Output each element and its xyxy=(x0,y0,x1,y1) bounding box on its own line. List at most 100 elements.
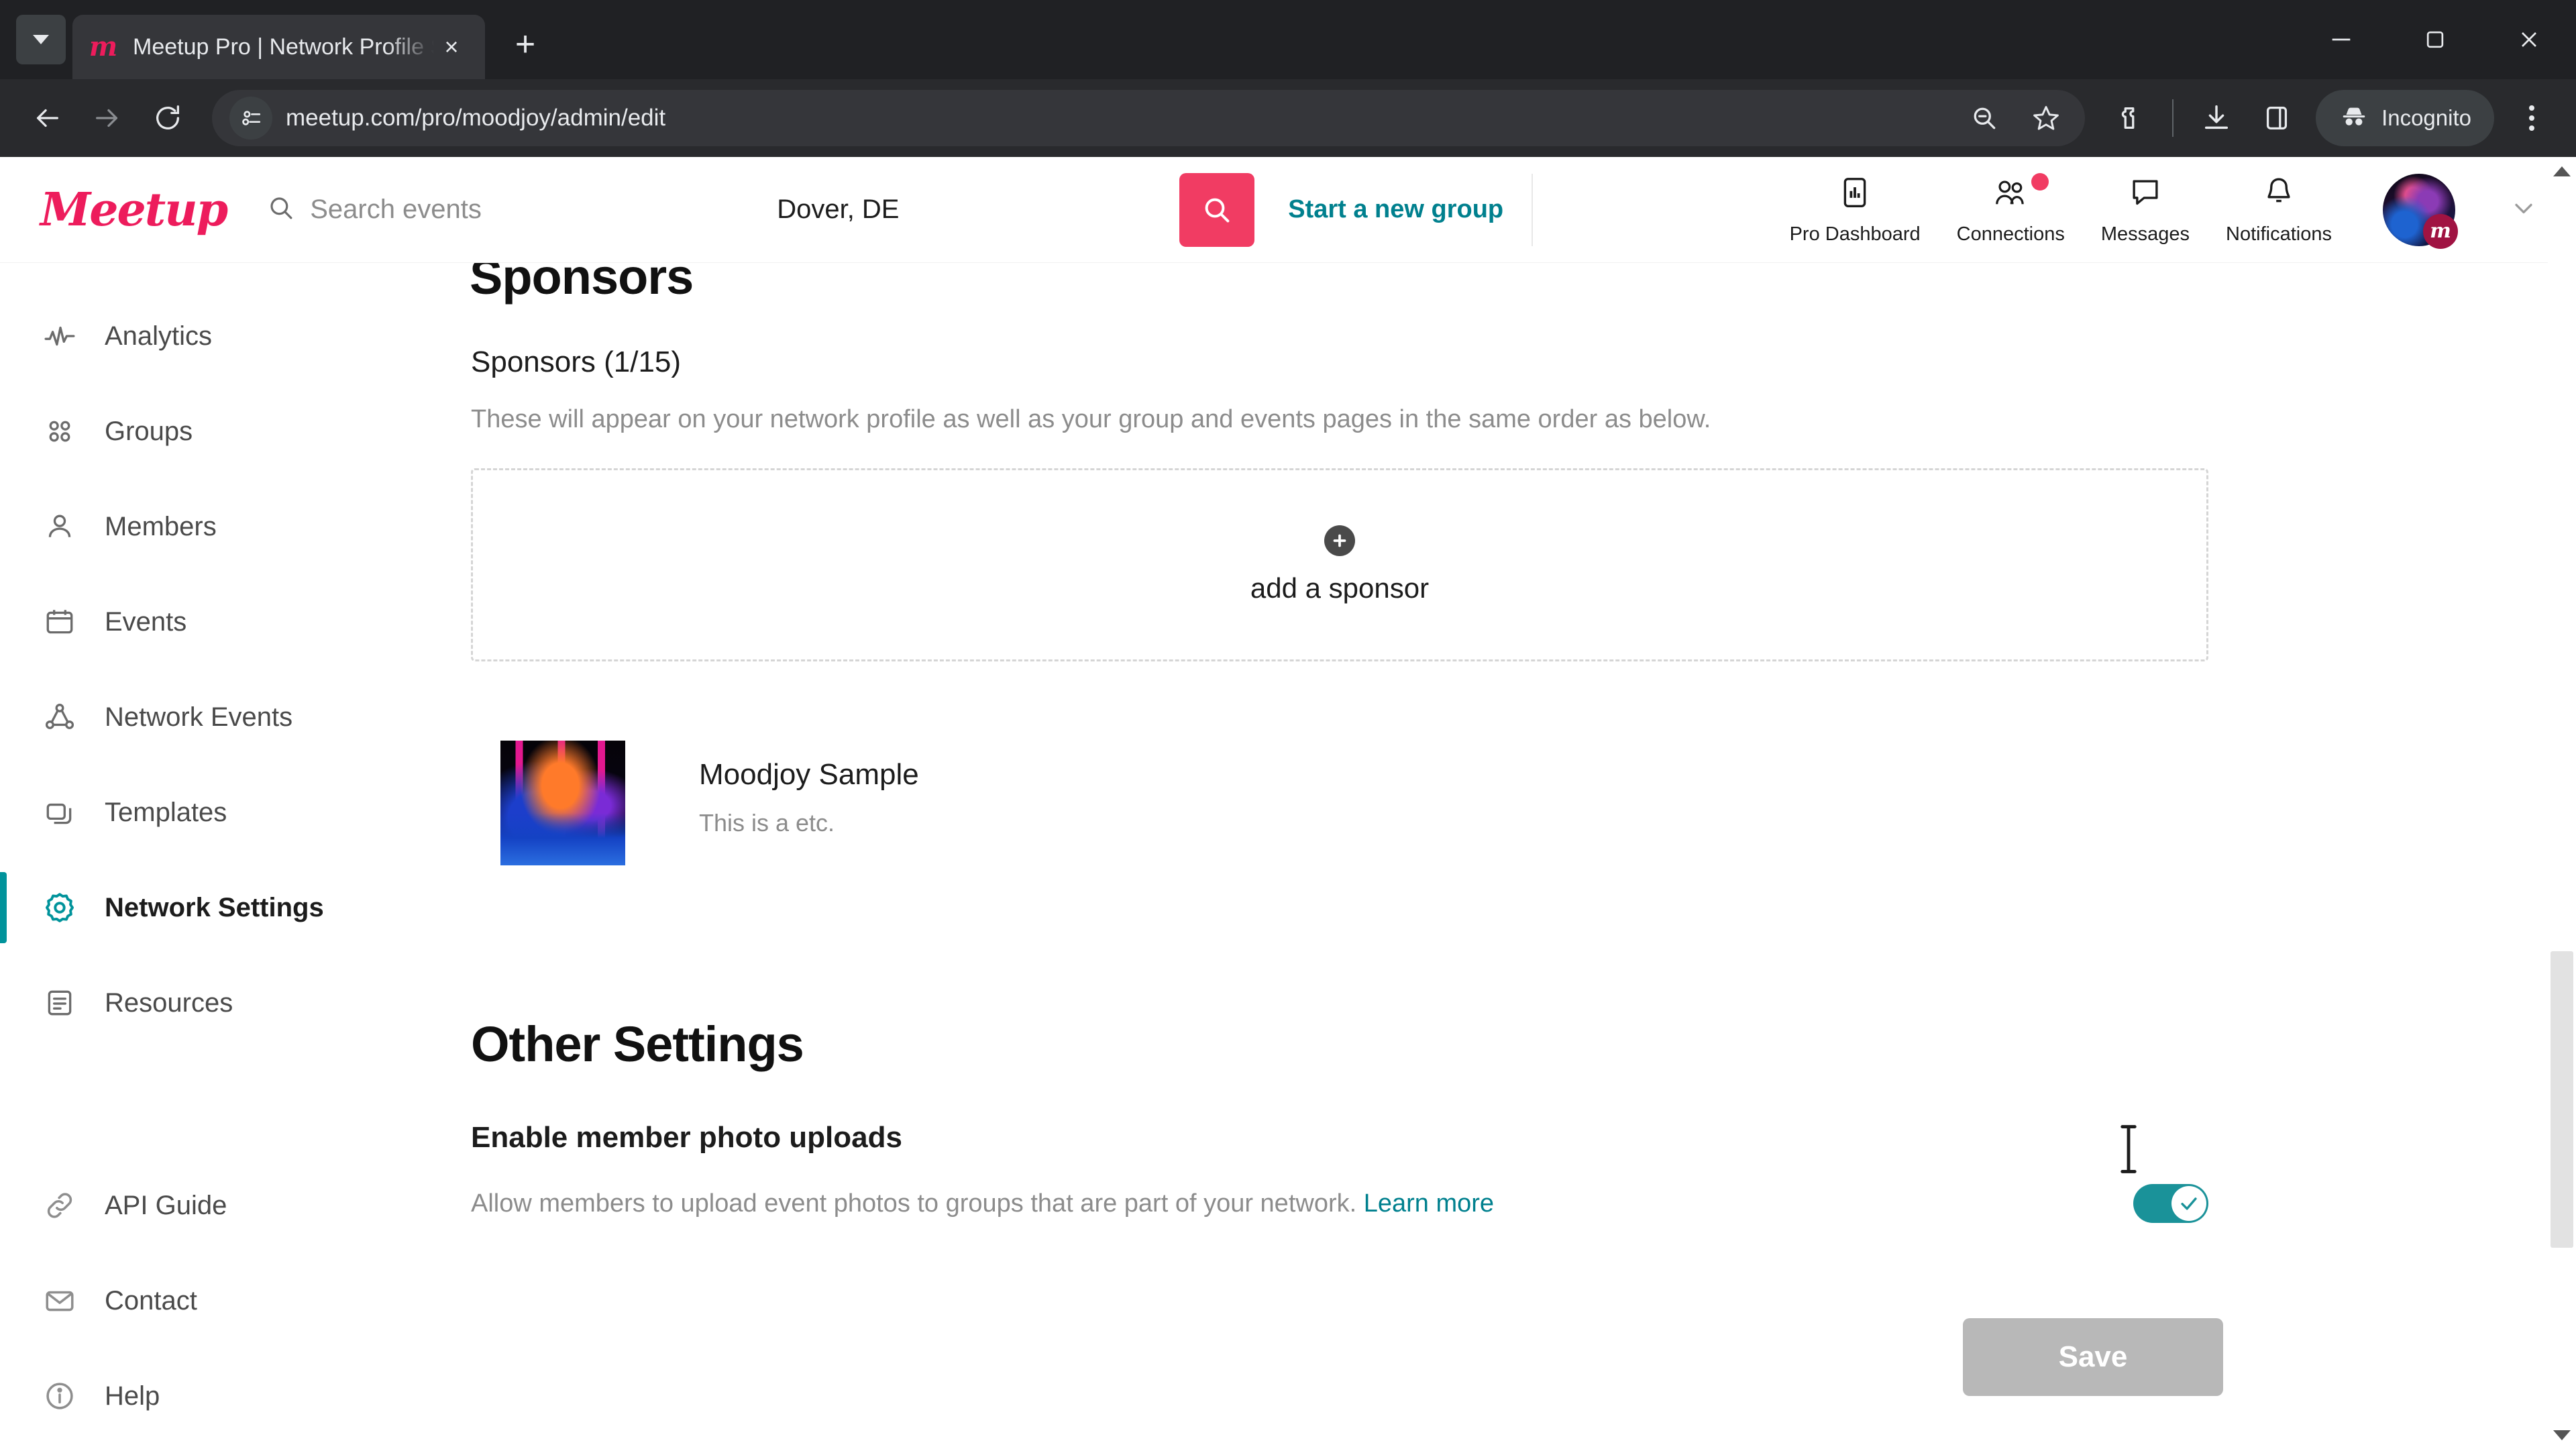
minimize-button[interactable] xyxy=(2294,0,2388,79)
extensions-icon[interactable] xyxy=(2101,90,2157,146)
download-icon[interactable] xyxy=(2188,90,2245,146)
window-controls xyxy=(2294,0,2576,79)
meetup-logo[interactable]: Meetup xyxy=(40,187,228,233)
sidebar-item-members[interactable]: Members xyxy=(0,479,416,574)
site-settings-icon[interactable] xyxy=(229,97,272,140)
new-tab-button[interactable]: + xyxy=(501,20,549,68)
sidebar-item-resources[interactable]: Resources xyxy=(0,955,416,1051)
windows-icon xyxy=(42,794,78,830)
nav-label: Pro Dashboard xyxy=(1789,223,1921,245)
nav-label: Connections xyxy=(1956,223,2065,245)
setting-description: Allow members to upload event photos to … xyxy=(471,1189,1494,1218)
add-sponsor-dropzone[interactable]: add a sponsor xyxy=(471,468,2208,662)
setting-title: Enable member photo uploads xyxy=(471,1121,902,1155)
header-divider xyxy=(1532,173,1534,246)
document-icon xyxy=(42,985,78,1021)
search-icon xyxy=(267,194,295,225)
address-bar[interactable]: meetup.com/pro/moodjoy/admin/edit xyxy=(212,90,2086,146)
member-photo-uploads-toggle[interactable] xyxy=(2133,1184,2208,1224)
sponsor-name: Moodjoy Sample xyxy=(699,758,919,792)
info-circle-icon xyxy=(42,1378,78,1414)
nav-item-connections[interactable]: Connections xyxy=(1956,172,2065,246)
side-panel-icon[interactable] xyxy=(2249,90,2305,146)
bell-icon xyxy=(2261,174,2297,214)
sidebar-item-label: Groups xyxy=(105,416,193,446)
sidebar-item-network-settings[interactable]: Network Settings xyxy=(0,860,416,955)
url-text: meetup.com/pro/moodjoy/admin/edit xyxy=(286,105,666,131)
plus-circle-icon xyxy=(1324,525,1355,557)
scrollbar-track[interactable] xyxy=(2548,185,2576,1421)
sidebar-item-label: Contact xyxy=(105,1285,197,1316)
header-nav: Pro Dashboard Connections Messages Notif… xyxy=(1790,172,2538,249)
sidebar-item-label: Members xyxy=(105,511,217,541)
browser-window: m Meetup Pro | Network Profile S × + mee… xyxy=(0,0,2576,1449)
sidebar-item-analytics[interactable]: Analytics xyxy=(0,288,416,384)
sponsor-thumbnail xyxy=(500,741,625,866)
sidebar-item-templates[interactable]: Templates xyxy=(0,765,416,860)
sidebar-item-label: Help xyxy=(105,1381,160,1411)
incognito-label: Incognito xyxy=(2381,105,2471,130)
tab-title: Meetup Pro | Network Profile S xyxy=(133,34,434,60)
grid-dots-icon xyxy=(42,413,78,449)
other-settings-heading: Other Settings xyxy=(471,1016,804,1073)
page-scrollbar[interactable] xyxy=(2548,157,2576,1449)
sponsors-count-label: Sponsors (1/15) xyxy=(471,345,682,378)
toggle-knob xyxy=(2171,1186,2206,1222)
reload-icon[interactable] xyxy=(140,90,196,146)
incognito-indicator[interactable]: Incognito xyxy=(2316,90,2494,146)
scroll-up-arrow[interactable] xyxy=(2548,157,2576,185)
search-events-placeholder: Search events xyxy=(310,195,482,224)
tab-search-button[interactable] xyxy=(16,15,66,64)
sidebar-item-events[interactable]: Events xyxy=(0,574,416,669)
pulse-icon xyxy=(42,318,78,354)
search-events-input[interactable]: Search events xyxy=(267,194,777,225)
scrollbar-thumb[interactable] xyxy=(2551,951,2573,1248)
pro-badge: m xyxy=(2423,213,2458,249)
gear-icon xyxy=(42,890,78,926)
sponsor-list-item[interactable]: Moodjoy Sample This is a etc. xyxy=(500,741,2576,866)
scroll-down-arrow[interactable] xyxy=(2548,1421,2576,1449)
meetup-logo-icon: m xyxy=(89,31,118,62)
sponsor-meta: Moodjoy Sample This is a etc. xyxy=(699,741,919,837)
people-icon xyxy=(1992,174,2029,214)
connections-badge xyxy=(2031,172,2049,191)
page-viewport: Meetup Search events Dover, DE Start a n… xyxy=(0,157,2576,1449)
maximize-button[interactable] xyxy=(2388,0,2482,79)
chevron-down-icon[interactable] xyxy=(2509,193,2538,226)
three-dot-menu-icon[interactable] xyxy=(2506,90,2557,146)
sidebar-item-label: Network Settings xyxy=(105,892,324,922)
browser-tab[interactable]: m Meetup Pro | Network Profile S × xyxy=(72,15,485,79)
forward-arrow-icon[interactable] xyxy=(79,90,136,146)
sponsor-description: This is a etc. xyxy=(699,809,835,837)
nav-label: Notifications xyxy=(2226,223,2332,245)
site-header: Meetup Search events Dover, DE Start a n… xyxy=(0,157,2576,263)
nav-item-messages[interactable]: Messages xyxy=(2101,174,2190,246)
close-icon[interactable]: × xyxy=(434,30,469,64)
sidebar-item-contact[interactable]: Contact xyxy=(0,1253,416,1348)
chart-bar-icon xyxy=(1837,174,1873,214)
envelope-icon xyxy=(42,1283,78,1319)
member-photo-uploads-row: Allow members to upload event photos to … xyxy=(471,1184,2208,1224)
browser-toolbar: meetup.com/pro/moodjoy/admin/edit Incogn… xyxy=(0,79,2576,157)
add-sponsor-label: add a sponsor xyxy=(1250,572,1430,604)
star-icon[interactable] xyxy=(2018,90,2074,146)
sidebar-item-api-guide[interactable]: API Guide xyxy=(0,1158,416,1253)
sidebar-item-groups[interactable]: Groups xyxy=(0,384,416,479)
close-window-button[interactable] xyxy=(2482,0,2576,79)
search-submit-button[interactable] xyxy=(1179,172,1255,247)
toolbar-divider xyxy=(2172,99,2174,137)
nav-item-notifications[interactable]: Notifications xyxy=(2226,174,2332,246)
location-input[interactable]: Dover, DE xyxy=(777,195,1179,225)
omnibox-actions xyxy=(1956,90,2074,146)
start-a-new-group-link[interactable]: Start a new group xyxy=(1288,195,1503,224)
avatar[interactable]: m xyxy=(2383,173,2458,249)
sidebar-item-network-events[interactable]: Network Events xyxy=(0,669,416,765)
incognito-hat-icon xyxy=(2339,101,2369,136)
sidebar-item-help[interactable]: Help xyxy=(0,1348,416,1444)
network-icon xyxy=(42,699,78,735)
save-button[interactable]: Save xyxy=(1963,1318,2223,1397)
back-arrow-icon[interactable] xyxy=(19,90,75,146)
nav-item-pro-dashboard[interactable]: Pro Dashboard xyxy=(1790,174,1921,246)
learn-more-link[interactable]: Learn more xyxy=(1364,1189,1494,1218)
search-icon[interactable] xyxy=(1956,90,2012,146)
